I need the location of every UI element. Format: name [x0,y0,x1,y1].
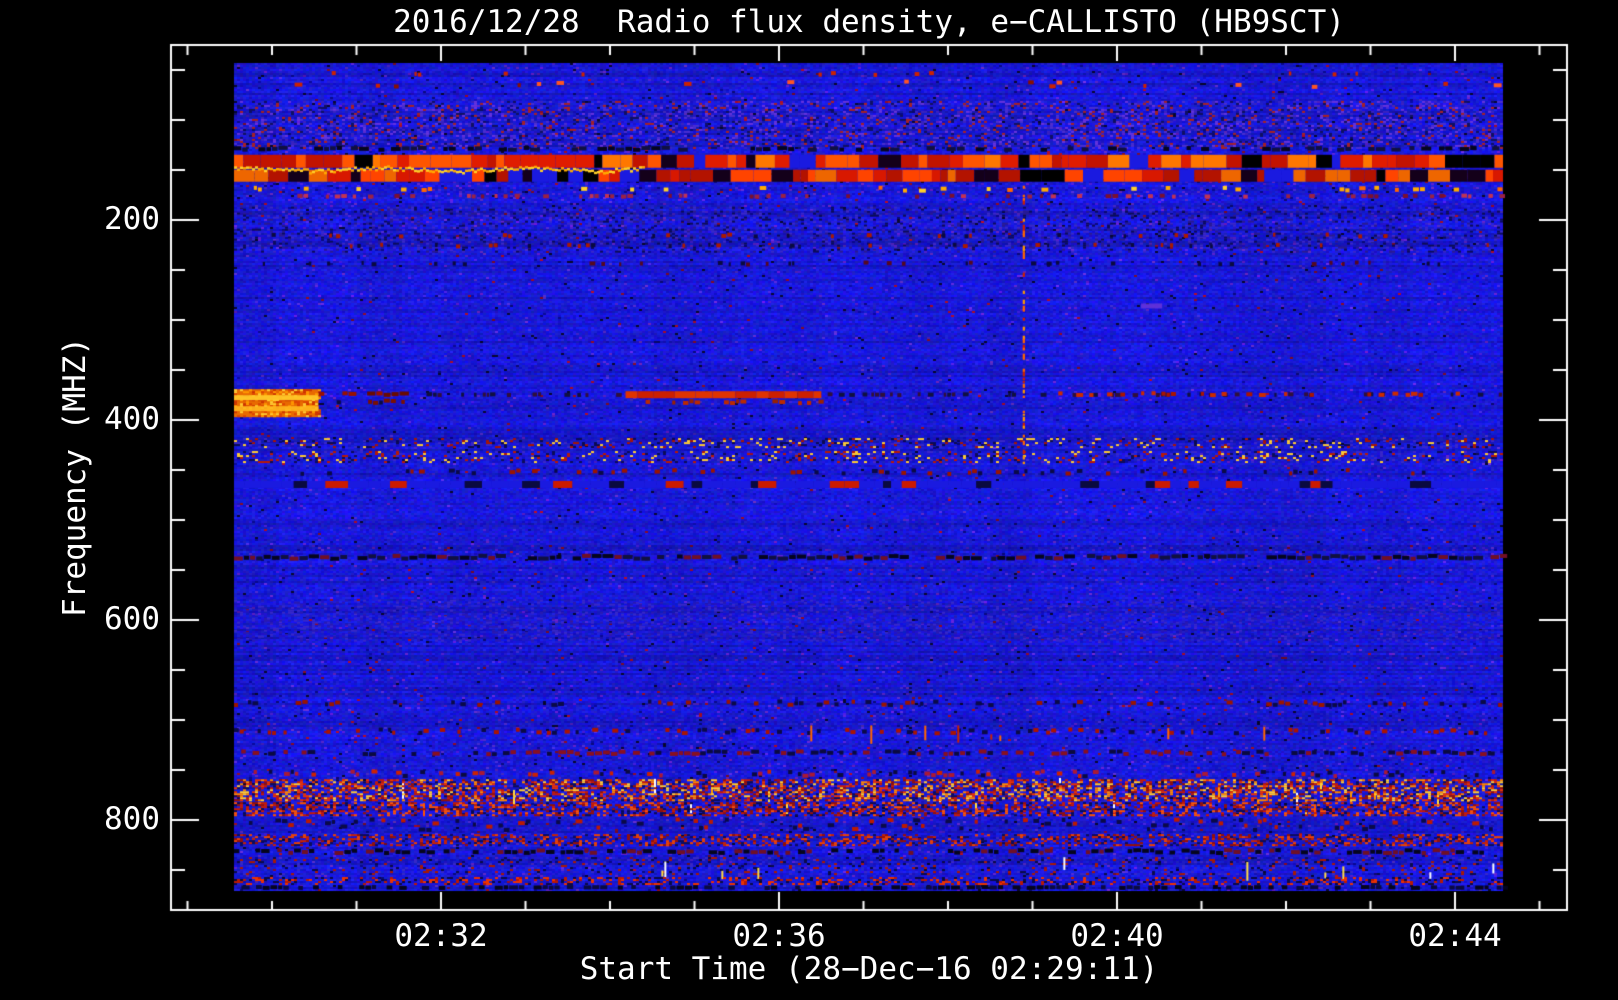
y-tick-label: 800 [104,801,160,837]
y-axis-label: Frequency (MHZ) [57,337,93,617]
x-tick-label: 02:32 [394,918,488,954]
x-tick-label: 02:36 [732,918,826,954]
y-tick-label: 600 [104,601,160,637]
x-tick-label: 02:40 [1070,918,1164,954]
y-tick-label: 400 [104,401,160,437]
spectrogram-page: 2016/12/28 Radio flux density, e−CALLIST… [0,0,1618,1000]
spectrogram-canvas [0,0,1618,1000]
x-tick-label: 02:44 [1408,918,1502,954]
x-axis-label: Start Time (28−Dec−16 02:29:11) [579,951,1159,987]
chart-title: 2016/12/28 Radio flux density, e−CALLIST… [393,4,1345,40]
y-tick-label: 200 [104,201,160,237]
